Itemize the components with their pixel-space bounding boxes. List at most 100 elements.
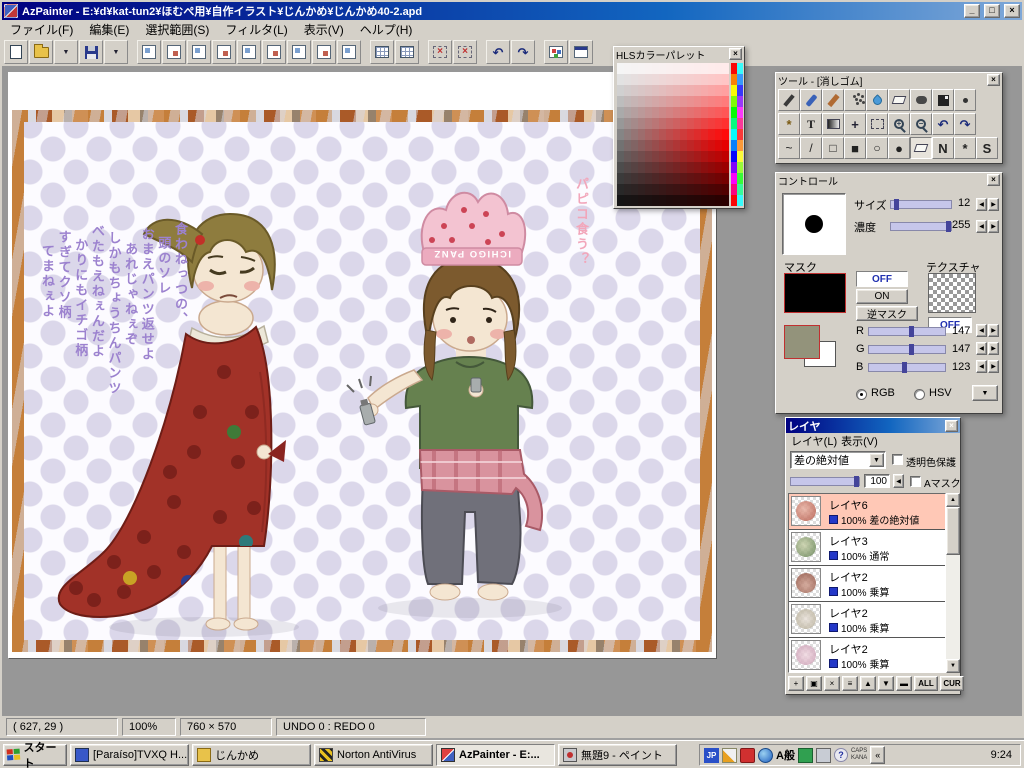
hls-color-cell[interactable]: [715, 74, 722, 85]
hls-color-cell[interactable]: [715, 173, 722, 184]
undo-tool[interactable]: ↶: [932, 113, 954, 135]
hls-color-cell[interactable]: [715, 96, 722, 107]
hls-color-cell[interactable]: [666, 173, 673, 184]
hls-color-cell[interactable]: [645, 129, 652, 140]
hls-color-cell[interactable]: [638, 96, 645, 107]
hls-color-cell[interactable]: [673, 63, 680, 74]
mask-on-button[interactable]: ON: [856, 289, 908, 304]
delete-layer-button[interactable]: ×: [824, 676, 840, 691]
hls-color-cell[interactable]: [673, 140, 680, 151]
redo-button[interactable]: ↷: [511, 40, 535, 64]
hls-color-cell[interactable]: [701, 151, 708, 162]
hls-color-cell[interactable]: [694, 195, 701, 206]
menu-view[interactable]: 表示(V): [296, 19, 352, 40]
hls-color-cell[interactable]: [680, 118, 687, 129]
text-tool[interactable]: T: [800, 113, 822, 135]
hls-color-cell[interactable]: [652, 173, 659, 184]
copy-layer-button[interactable]: ▣: [806, 676, 822, 691]
hls-color-cell[interactable]: [659, 74, 666, 85]
hls-color-cell[interactable]: [680, 140, 687, 151]
canvas-size-button[interactable]: [137, 40, 161, 64]
network-globe-icon[interactable]: [758, 748, 773, 763]
hls-color-cell[interactable]: [624, 96, 631, 107]
spin-right-icon[interactable]: ▶: [988, 220, 999, 233]
rgb-radio[interactable]: [856, 389, 867, 400]
hls-color-cell[interactable]: [666, 195, 673, 206]
red-slider[interactable]: [868, 327, 946, 336]
hls-color-cell[interactable]: [687, 162, 694, 173]
rect-tool[interactable]: □: [822, 137, 844, 159]
hls-color-cell[interactable]: [673, 107, 680, 118]
filled-ellipse-tool[interactable]: ●: [888, 137, 910, 159]
hue-cell[interactable]: [737, 85, 743, 96]
keyboard-icon[interactable]: [816, 748, 831, 763]
hls-color-cell[interactable]: [631, 74, 638, 85]
spin-right-icon[interactable]: ▶: [988, 198, 999, 211]
hls-color-cell[interactable]: [673, 118, 680, 129]
hue-cell[interactable]: [737, 118, 743, 129]
spin-left-icon[interactable]: ◀: [976, 324, 987, 337]
hls-color-cell[interactable]: [694, 151, 701, 162]
hls-color-cell[interactable]: [708, 173, 715, 184]
density-slider[interactable]: [890, 222, 952, 231]
hls-color-cell[interactable]: [638, 107, 645, 118]
select-inverse-button[interactable]: [453, 40, 477, 64]
trim-button[interactable]: [187, 40, 211, 64]
hls-color-cell[interactable]: [673, 85, 680, 96]
taskbar-task-4[interactable]: AzPainter - E:...: [436, 744, 555, 766]
close-button[interactable]: ×: [1004, 4, 1020, 18]
layer-opacity-slider[interactable]: [790, 477, 860, 486]
rotate-left-button[interactable]: [212, 40, 236, 64]
amask-checkbox[interactable]: [910, 476, 921, 487]
hls-color-cell[interactable]: [638, 140, 645, 151]
water-tool[interactable]: [866, 89, 888, 111]
hls-color-cell[interactable]: [673, 96, 680, 107]
hls-palette-titlebar[interactable]: HLSカラーパレット ×: [614, 47, 744, 61]
menu-edit[interactable]: 編集(E): [81, 19, 137, 40]
hls-color-cell[interactable]: [624, 129, 631, 140]
hls-color-cell[interactable]: [694, 96, 701, 107]
hls-color-cell[interactable]: [694, 85, 701, 96]
hue-cell[interactable]: [737, 129, 743, 140]
hue-cell[interactable]: [737, 151, 743, 162]
hls-color-cell[interactable]: [722, 195, 729, 206]
hls-color-cell[interactable]: [631, 118, 638, 129]
hls-color-cell[interactable]: [715, 85, 722, 96]
layer-menu-view[interactable]: 表示(V): [841, 433, 878, 449]
hls-color-cell[interactable]: [680, 74, 687, 85]
crayon-tool[interactable]: [822, 89, 844, 111]
open-file-button[interactable]: [29, 40, 53, 64]
move-layer-up-button[interactable]: ▲: [860, 676, 876, 691]
close-icon[interactable]: ×: [987, 174, 1000, 186]
hls-color-cell[interactable]: [687, 140, 694, 151]
hls-color-cell[interactable]: [673, 173, 680, 184]
hls-color-cell[interactable]: [645, 151, 652, 162]
hls-color-cell[interactable]: [631, 129, 638, 140]
hls-color-cell[interactable]: [701, 63, 708, 74]
hls-color-cell[interactable]: [631, 173, 638, 184]
blend-mode-select[interactable]: 差の絶対値 ▼: [790, 451, 886, 469]
hls-color-cell[interactable]: [638, 184, 645, 195]
hls-color-cell[interactable]: [722, 74, 729, 85]
control-palette-titlebar[interactable]: コントロール ×: [776, 173, 1002, 187]
hls-color-cell[interactable]: [631, 85, 638, 96]
hls-color-cell[interactable]: [722, 173, 729, 184]
hls-color-cell[interactable]: [701, 195, 708, 206]
hls-color-cell[interactable]: [687, 107, 694, 118]
hls-color-cell[interactable]: [715, 162, 722, 173]
ime-options-icon[interactable]: [798, 748, 813, 763]
close-icon[interactable]: ×: [729, 48, 742, 60]
tone-button[interactable]: [312, 40, 336, 64]
gradient-tool[interactable]: [822, 113, 844, 135]
hls-color-cell[interactable]: [715, 184, 722, 195]
hls-color-cell[interactable]: [694, 74, 701, 85]
image-size-button[interactable]: [162, 40, 186, 64]
hls-color-cell[interactable]: [624, 173, 631, 184]
hls-color-cell[interactable]: [624, 118, 631, 129]
hls-color-cell[interactable]: [687, 63, 694, 74]
taskbar-task-3[interactable]: Norton AntiVirus: [314, 744, 433, 766]
hls-color-cell[interactable]: [680, 107, 687, 118]
hls-color-cell[interactable]: [645, 118, 652, 129]
hls-color-cell[interactable]: [708, 85, 715, 96]
line-tool[interactable]: /: [800, 137, 822, 159]
